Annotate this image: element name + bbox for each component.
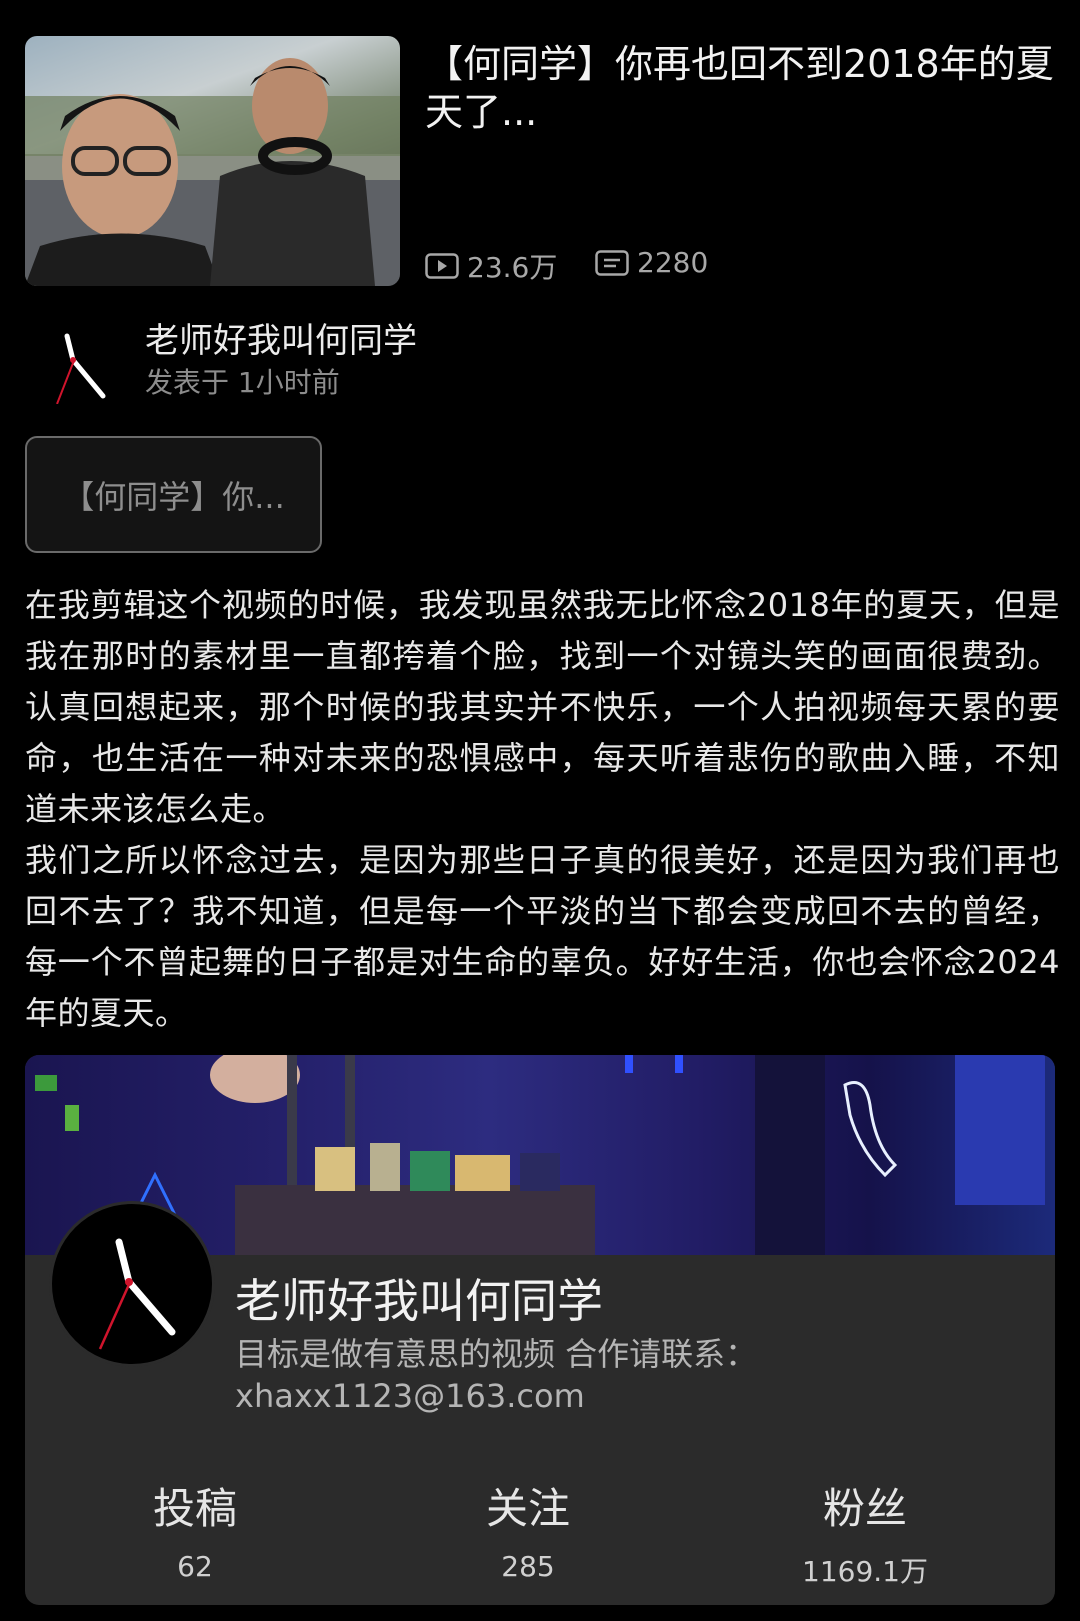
metric-posts[interactable]: 投稿 62 bbox=[45, 1475, 345, 1583]
metric-value: 285 bbox=[501, 1550, 555, 1583]
metric-label: 投稿 bbox=[152, 1484, 237, 1533]
metric-following[interactable]: 关注 285 bbox=[378, 1475, 678, 1583]
metric-label: 粉丝 bbox=[822, 1484, 907, 1533]
clock-hands-icon bbox=[56, 333, 106, 405]
metric-fans[interactable]: 粉丝 1169.1万 bbox=[715, 1475, 1015, 1590]
view-count: 23.6万 bbox=[425, 246, 557, 286]
post-timestamp: 发表于 1小时前 bbox=[145, 366, 340, 399]
comment-count: 2280 bbox=[595, 246, 708, 279]
view-count-value: 23.6万 bbox=[467, 251, 558, 284]
metric-value: 62 bbox=[177, 1550, 213, 1583]
metric-value: 1169.1万 bbox=[802, 1555, 928, 1588]
comment-count-value: 2280 bbox=[637, 246, 709, 279]
profile-name[interactable]: 老师好我叫何同学 bbox=[235, 1265, 603, 1331]
video-title[interactable]: 【何同学】你再也回不到2018年的夏天了... bbox=[425, 40, 1055, 136]
profile-card[interactable]: 老师好我叫何同学 目标是做有意思的视频 合作请联系：xhaxx1123@163.… bbox=[25, 1055, 1055, 1605]
post-body: 在我剪辑这个视频的时候，我发现虽然我无比怀念2018年的夏天，但是我在那时的素材… bbox=[25, 580, 1060, 1039]
profile-avatar[interactable] bbox=[49, 1201, 215, 1367]
profile-bio: 目标是做有意思的视频 合作请联系：xhaxx1123@163.com bbox=[235, 1335, 758, 1415]
post-paragraph: 我们之所以怀念过去，是因为那些日子真的很美好，还是因为我们再也回不去了？我不知道… bbox=[25, 841, 1060, 1032]
author-avatar[interactable] bbox=[45, 324, 115, 405]
metric-label: 关注 bbox=[485, 1484, 570, 1533]
post-author-name[interactable]: 老师好我叫何同学 bbox=[145, 313, 417, 362]
play-icon bbox=[425, 253, 459, 279]
post-paragraph: 在我剪辑这个视频的时候，我发现虽然我无比怀念2018年的夏天，但是我在那时的素材… bbox=[25, 586, 1060, 828]
linked-video-tag[interactable]: 【何同学】你... bbox=[25, 436, 322, 553]
clock-hands-icon bbox=[98, 1238, 176, 1350]
comment-icon bbox=[595, 249, 629, 276]
video-thumbnail[interactable] bbox=[25, 36, 400, 286]
thumbnail-image bbox=[25, 58, 400, 286]
